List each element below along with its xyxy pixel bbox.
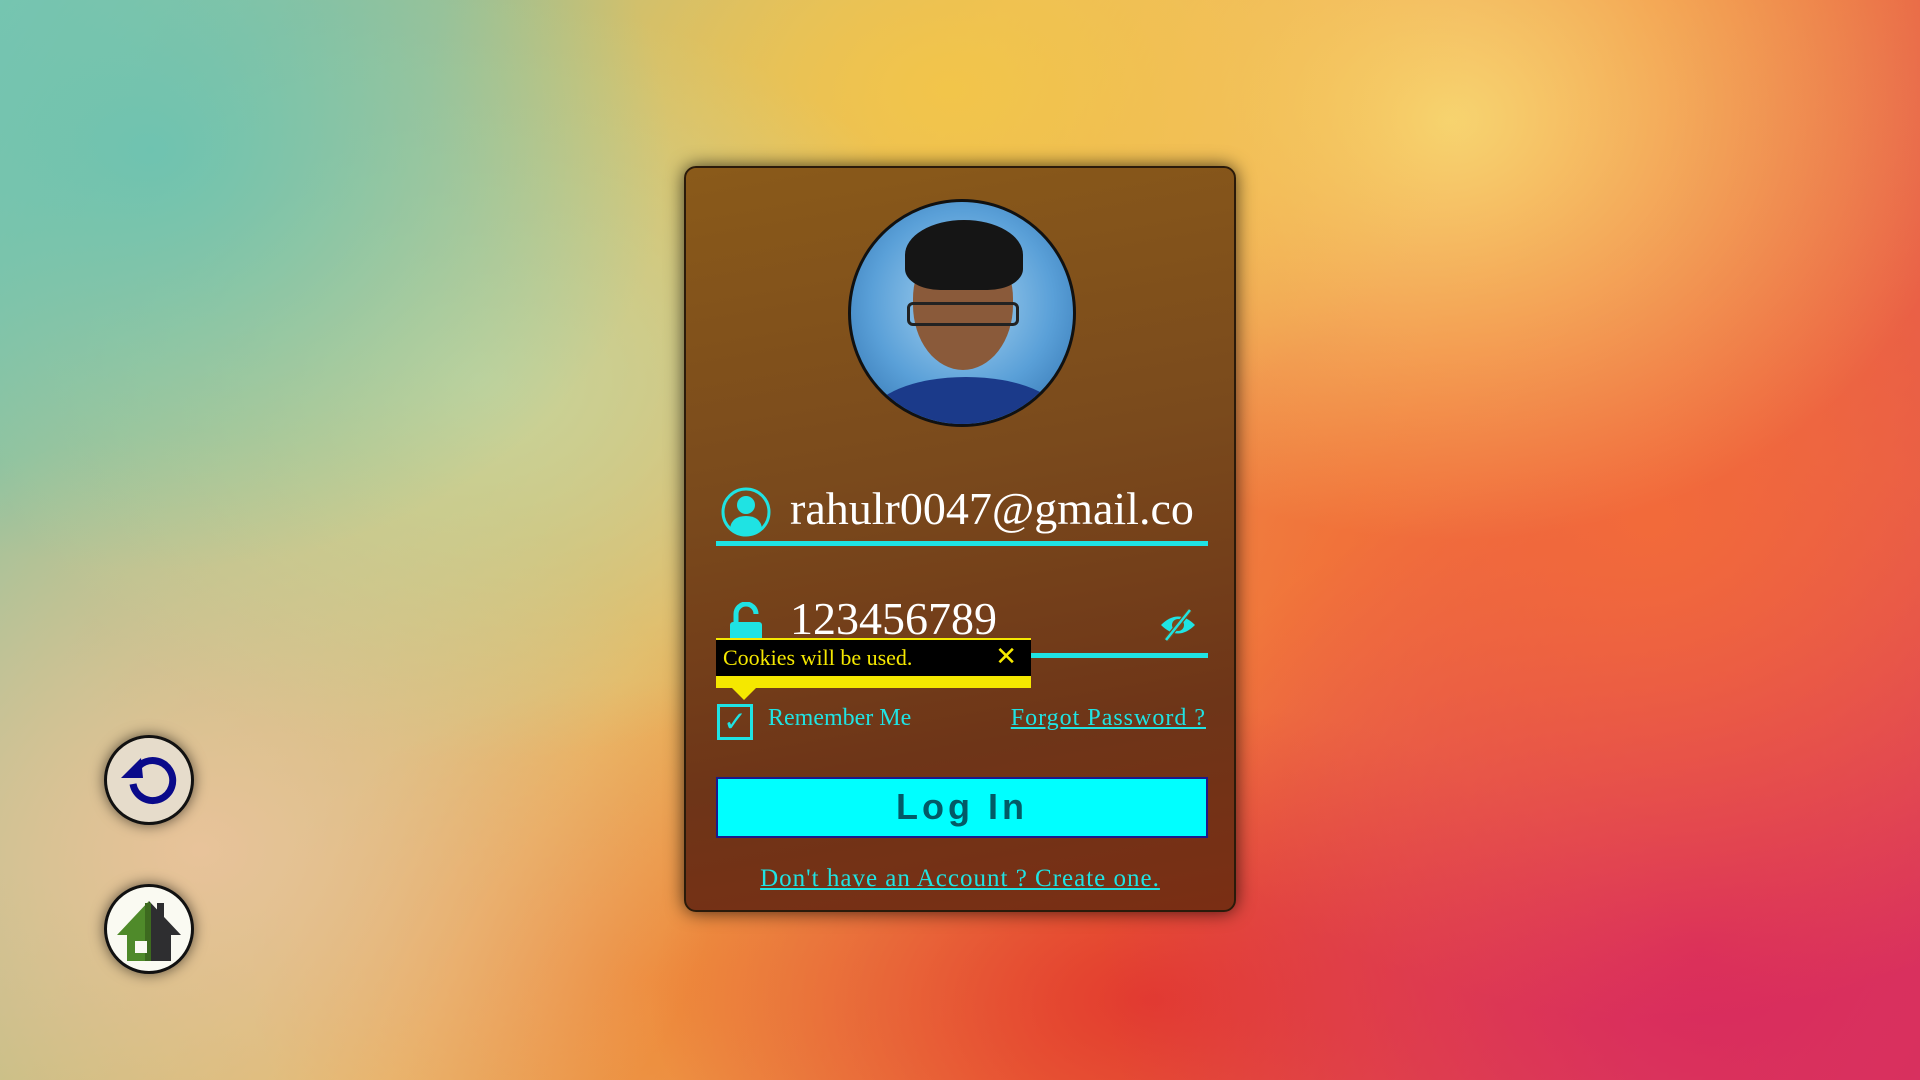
home-button[interactable]: [104, 884, 194, 974]
cookie-tooltip: Cookies will be used. ✕: [716, 638, 1031, 700]
profile-avatar: [848, 199, 1076, 427]
login-button[interactable]: Log In: [716, 777, 1208, 838]
eye-slash-icon[interactable]: [1158, 608, 1198, 642]
refresh-icon: [121, 757, 177, 805]
user-icon: [721, 487, 771, 537]
close-icon[interactable]: ✕: [995, 642, 1017, 672]
tooltip-arrow: [732, 688, 756, 700]
login-card: rahulr0047@gmail.com 123456789 Cookies w…: [684, 166, 1236, 912]
tooltip-text: Cookies will be used.: [723, 645, 913, 670]
email-field[interactable]: rahulr0047@gmail.com: [716, 480, 1208, 546]
remember-me-checkbox[interactable]: ✓: [717, 704, 753, 740]
forgot-password-link[interactable]: Forgot Password ?: [1011, 705, 1206, 732]
email-input[interactable]: rahulr0047@gmail.com: [790, 482, 1194, 535]
create-account-link[interactable]: Don't have an Account ? Create one.: [686, 865, 1234, 893]
home-icon: [117, 901, 181, 961]
remember-me-label[interactable]: Remember Me: [768, 705, 911, 732]
refresh-button[interactable]: [104, 735, 194, 825]
